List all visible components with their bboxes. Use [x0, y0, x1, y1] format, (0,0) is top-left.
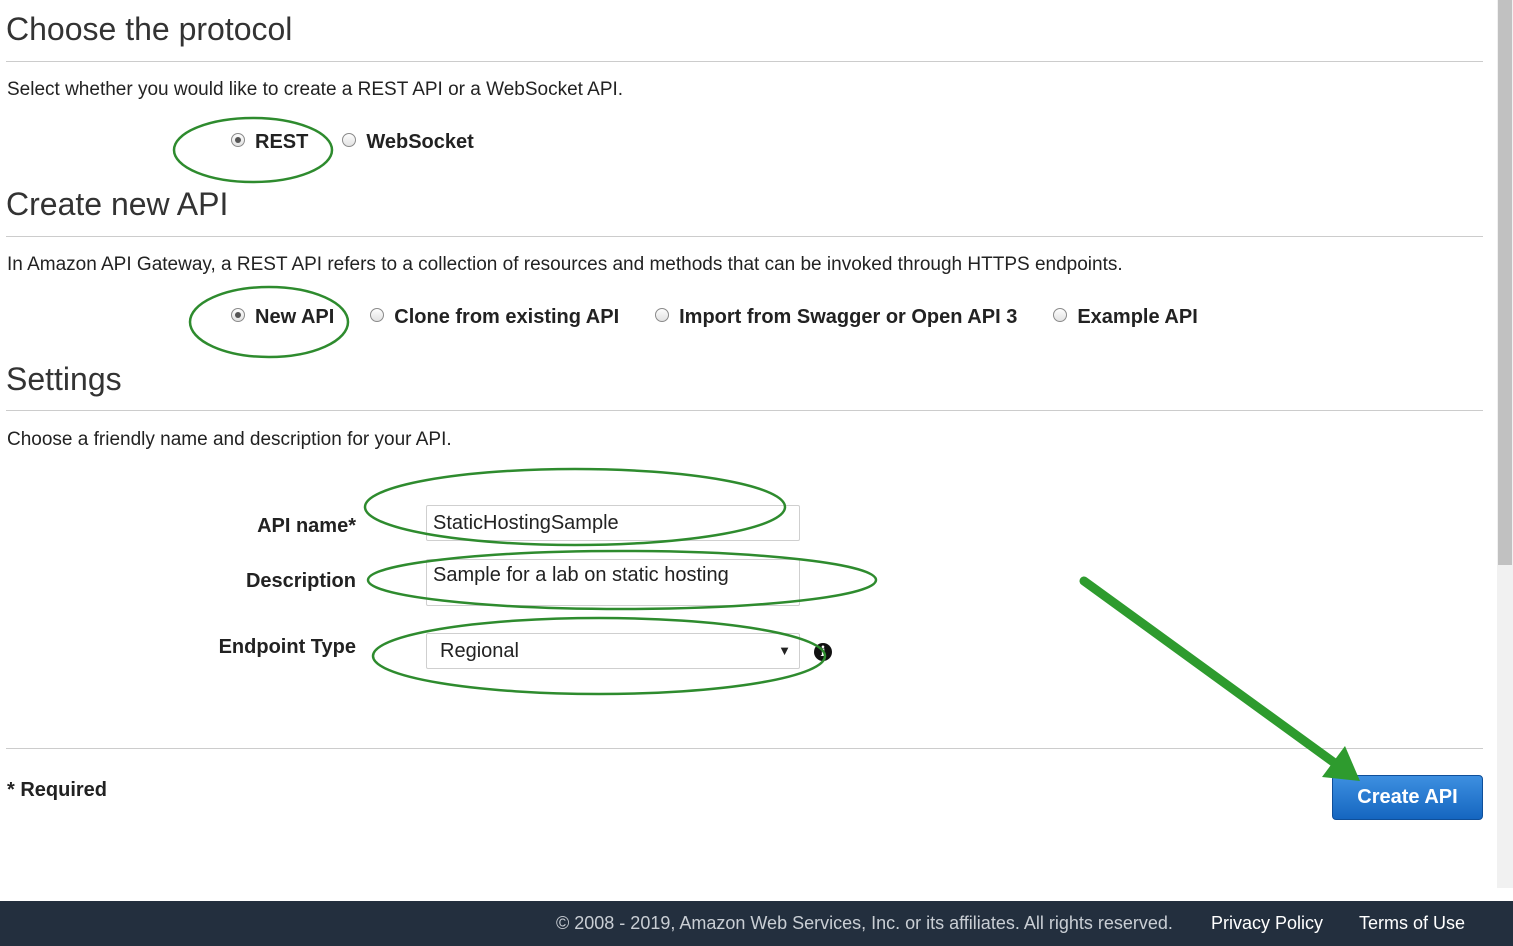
- protocol-heading: Choose the protocol: [6, 11, 293, 47]
- divider: [6, 236, 1483, 237]
- radio-button-import-swagger[interactable]: [655, 307, 670, 322]
- terms-of-use-link[interactable]: Terms of Use: [1359, 913, 1465, 934]
- required-note: * Required: [7, 779, 108, 801]
- radio-new-api[interactable]: New API: [231, 306, 334, 329]
- radio-label-new-api: New API: [255, 306, 335, 328]
- radio-label-websocket: WebSocket: [366, 131, 474, 153]
- create-api-heading: Create new API: [6, 186, 229, 222]
- protocol-description: Select whether you would like to create …: [7, 79, 624, 100]
- scrollbar-thumb[interactable]: [1498, 0, 1512, 565]
- description-label: Description: [245, 570, 356, 592]
- description-textarea[interactable]: Sample for a lab on static hosting: [426, 559, 800, 606]
- radio-button-new-api[interactable]: [231, 307, 245, 322]
- radio-rest[interactable]: REST: [231, 131, 308, 154]
- endpoint-type-label: Endpoint Type: [218, 636, 356, 658]
- endpoint-type-value: Regional: [440, 640, 519, 662]
- endpoint-type-select[interactable]: Regional ▼: [426, 633, 800, 669]
- radio-button-rest[interactable]: [231, 132, 245, 147]
- privacy-policy-link[interactable]: Privacy Policy: [1211, 913, 1323, 934]
- radio-button-clone-api[interactable]: [370, 307, 385, 322]
- api-name-label: API name*: [257, 515, 356, 537]
- annotation-overlay: [172, 116, 1360, 781]
- protocol-radio-group: REST WebSocket: [231, 131, 474, 154]
- divider: [6, 61, 1483, 62]
- radio-button-websocket[interactable]: [342, 132, 357, 147]
- annotation-arrow-line: [1079, 576, 1341, 769]
- radio-label-rest: REST: [255, 131, 309, 153]
- radio-import-swagger[interactable]: Import from Swagger or Open API 3: [655, 306, 1017, 329]
- radio-websocket[interactable]: WebSocket: [342, 131, 474, 154]
- api-name-input[interactable]: [426, 505, 800, 541]
- radio-clone-api[interactable]: Clone from existing API: [370, 306, 619, 329]
- create-api-description: In Amazon API Gateway, a REST API refers…: [7, 254, 1123, 275]
- divider: [6, 410, 1483, 411]
- settings-heading: Settings: [6, 361, 122, 397]
- radio-label-import-swagger: Import from Swagger or Open API 3: [679, 306, 1018, 328]
- info-icon[interactable]: i: [814, 643, 832, 661]
- radio-button-example-api[interactable]: [1053, 307, 1068, 322]
- radio-label-clone-api: Clone from existing API: [394, 306, 620, 328]
- create-api-button[interactable]: Create API: [1332, 775, 1483, 820]
- footer-copyright: © 2008 - 2019, Amazon Web Services, Inc.…: [556, 913, 1173, 933]
- divider: [6, 748, 1483, 749]
- api-source-radio-group: New API Clone from existing API Import f…: [231, 306, 1198, 329]
- dropdown-arrow-icon: ▼: [778, 643, 791, 658]
- radio-label-example-api: Example API: [1077, 306, 1198, 328]
- settings-description: Choose a friendly name and description f…: [7, 429, 452, 450]
- footer: © 2008 - 2019, Amazon Web Services, Inc.…: [0, 901, 1513, 946]
- radio-example-api[interactable]: Example API: [1053, 306, 1198, 329]
